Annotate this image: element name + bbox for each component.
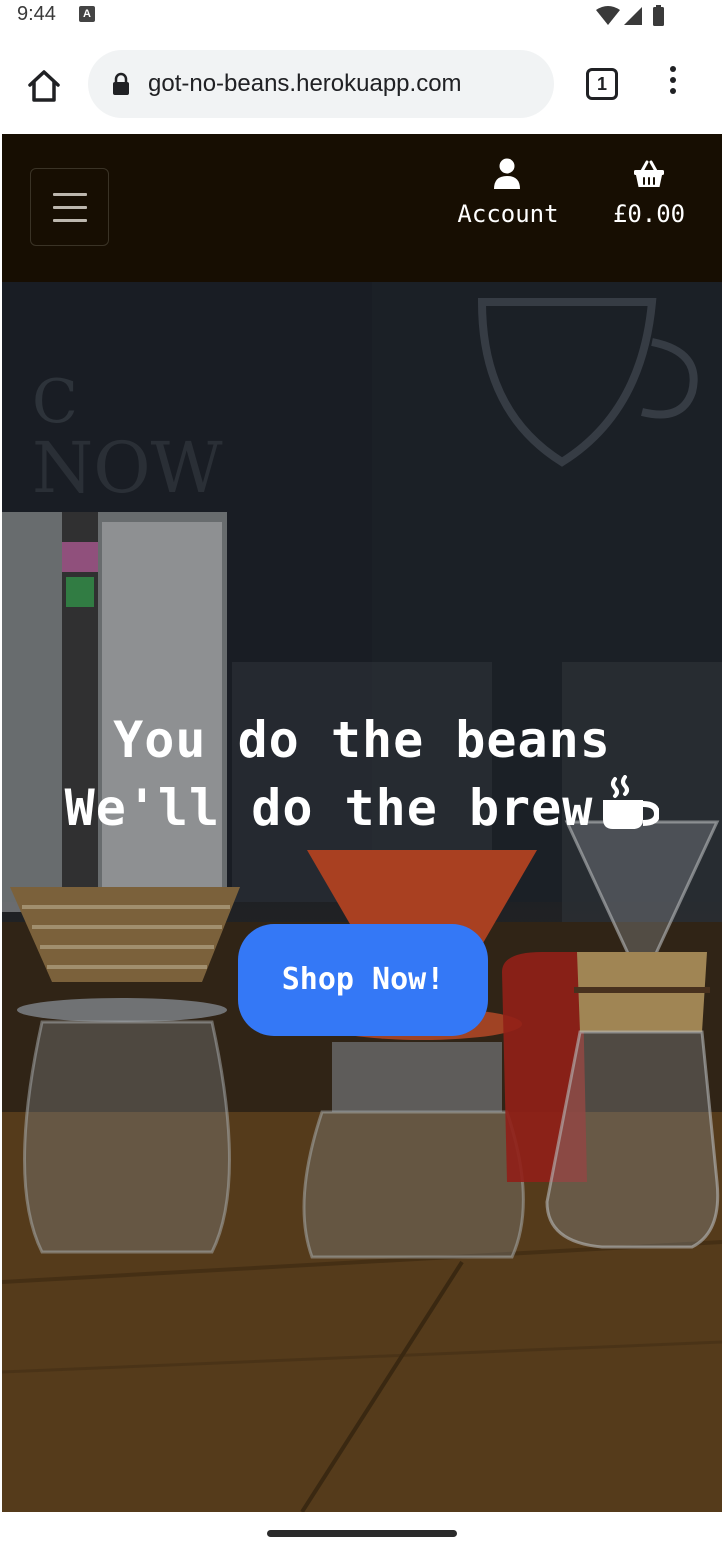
home-icon — [28, 70, 60, 102]
status-time: 9:44 — [17, 3, 56, 25]
tab-switcher-button[interactable]: 1 — [586, 68, 618, 100]
url-text: got-no-beans.herokuapp.com — [148, 70, 462, 97]
basket-total: £0.00 — [612, 200, 686, 228]
browser-toolbar: got-no-beans.herokuapp.com 1 — [0, 34, 722, 134]
hamburger-menu-button[interactable] — [30, 168, 109, 246]
shopping-basket-icon — [634, 160, 664, 187]
hero-headline-line1: You do the beans — [113, 711, 611, 769]
hero-background-image: C NOW — [2, 282, 722, 1512]
basket-link[interactable]: £0.00 — [602, 158, 696, 234]
hero-headline-line2: We'll do the brew — [64, 779, 594, 837]
user-icon — [494, 158, 520, 189]
more-vert-icon[interactable] — [664, 66, 682, 102]
system-navigation-bar — [0, 1512, 722, 1560]
hero-banner: C NOW You do the beans We'll do the brew… — [2, 282, 722, 1512]
lock-icon — [113, 72, 129, 95]
account-link[interactable]: Account — [448, 158, 568, 234]
gesture-handle[interactable] — [267, 1530, 457, 1537]
status-bar: 9:44 A — [0, 0, 722, 34]
cell-signal-icon — [624, 7, 642, 25]
hamburger-menu-icon — [53, 193, 87, 196]
hero-headline: You do the beans We'll do the brew — [2, 706, 722, 842]
notification-a-icon: A — [79, 6, 95, 22]
wifi-icon — [596, 6, 620, 25]
status-icons — [594, 4, 674, 28]
shop-now-button[interactable]: Shop Now! — [238, 924, 488, 1036]
home-button[interactable] — [24, 66, 64, 106]
site-header: Account £0.00 — [2, 134, 722, 282]
coffee-cup-icon — [603, 775, 660, 829]
battery-icon — [653, 5, 664, 26]
account-label: Account — [457, 200, 559, 228]
address-bar[interactable]: got-no-beans.herokuapp.com — [88, 50, 554, 118]
